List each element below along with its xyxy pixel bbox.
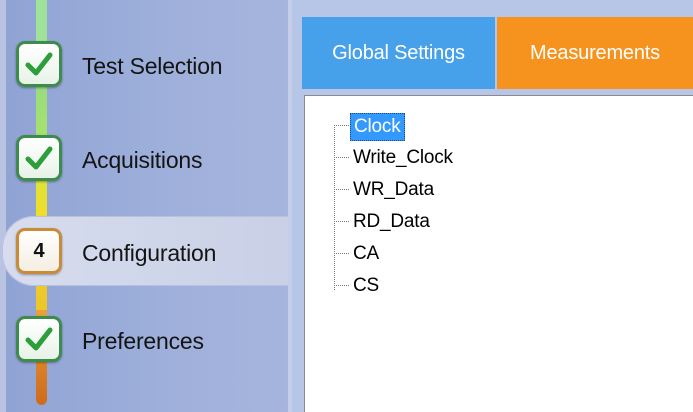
step-status-box bbox=[16, 135, 62, 181]
signal-tree-view[interactable]: Clock Write_Clock WR_Data RD_Data CA CS bbox=[304, 95, 693, 412]
tree-branch-line bbox=[334, 253, 349, 254]
wizard-step-acquisitions[interactable]: Acquisitions bbox=[0, 125, 292, 195]
tree-connector-line bbox=[334, 125, 335, 290]
step-status-box bbox=[16, 316, 62, 362]
checkmark-icon bbox=[25, 146, 53, 170]
step-label: Acquisitions bbox=[82, 147, 203, 173]
tree-item-label: Clock bbox=[350, 113, 405, 141]
tree-branch-line bbox=[334, 221, 349, 222]
wizard-step-configuration[interactable]: 4 Configuration bbox=[2, 216, 292, 286]
step-label: Configuration bbox=[82, 240, 217, 266]
tab-global-settings[interactable]: Global Settings bbox=[302, 17, 495, 89]
panel-top-strip bbox=[292, 0, 693, 8]
wizard-step-test-selection[interactable]: Test Selection bbox=[0, 31, 292, 101]
tree-item-label: RD_Data bbox=[353, 211, 430, 232]
tree-branch-line bbox=[334, 189, 349, 190]
tree-item-label: CA bbox=[353, 243, 379, 264]
tree-branch-line bbox=[334, 157, 349, 158]
wizard-sidebar: Test Selection Acquisitions 4 Configurat… bbox=[0, 0, 292, 412]
tree-item-label: WR_Data bbox=[353, 179, 434, 200]
step-status-box bbox=[16, 41, 62, 87]
step-number-box: 4 bbox=[16, 228, 62, 274]
wizard-step-preferences[interactable]: Preferences bbox=[0, 306, 292, 376]
tree-item-label: Write_Clock bbox=[353, 147, 453, 168]
step-label: Test Selection bbox=[82, 53, 223, 79]
tree-item-label: CS bbox=[353, 275, 379, 296]
tab-measurements[interactable]: Measurements bbox=[497, 17, 693, 89]
checkmark-icon bbox=[25, 52, 53, 76]
configuration-panel: Global Settings Measurements Clock Write… bbox=[292, 0, 693, 412]
step-number: 4 bbox=[33, 239, 45, 262]
checkmark-icon bbox=[25, 327, 53, 351]
step-label: Preferences bbox=[82, 328, 204, 354]
tree-branch-line bbox=[334, 125, 349, 126]
tree-branch-line bbox=[334, 285, 349, 286]
